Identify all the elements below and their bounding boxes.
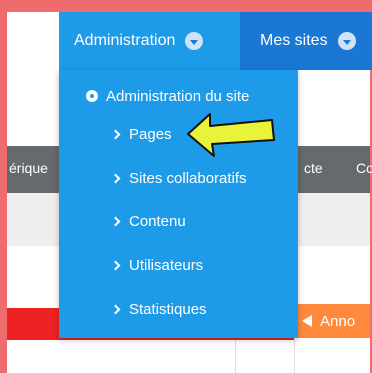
menu-item-content[interactable]: Contenu [110, 209, 186, 233]
menu-item-users[interactable]: Utilisateurs [110, 253, 204, 277]
announcement-tab[interactable]: Anno [292, 304, 370, 338]
dropdown-header-label: Administration du site [106, 87, 250, 105]
secondary-nav-item-left[interactable]: érique [9, 160, 48, 176]
announcement-tab-label: Anno [320, 312, 356, 330]
menu-item-pages[interactable]: Pages [110, 122, 172, 146]
menu-item-label: Pages [129, 125, 172, 143]
nav-administration[interactable]: Administration [59, 12, 240, 70]
pointer-arrow-icon [187, 113, 275, 157]
menu-item-label: Utilisateurs [129, 256, 204, 274]
chevron-right-icon [110, 216, 121, 226]
chevron-down-icon [337, 32, 356, 50]
bottom-area [7, 340, 370, 373]
menu-item-label: Statistiques [129, 300, 207, 318]
chevron-right-icon [110, 260, 121, 270]
dropdown-header[interactable]: Administration du site [86, 86, 249, 106]
chevron-right-icon [110, 304, 121, 314]
nav-my-sites-label: Mes sites [260, 32, 328, 49]
chevron-down-icon [185, 32, 204, 50]
panel-divider [235, 340, 295, 373]
nav-administration-label: Administration [74, 32, 176, 49]
secondary-nav-item-right[interactable]: Co [356, 160, 372, 176]
secondary-nav-item-mid[interactable]: cte [304, 160, 323, 176]
menu-item-label: Sites collaboratifs [129, 169, 247, 187]
megaphone-icon [302, 315, 312, 327]
chevron-right-icon [110, 129, 121, 139]
gear-icon [86, 90, 98, 102]
nav-my-sites[interactable]: Mes sites [246, 12, 356, 70]
menu-item-statistics[interactable]: Statistiques [110, 297, 207, 321]
menu-item-collaborative-sites[interactable]: Sites collaboratifs [110, 166, 247, 190]
chevron-right-icon [110, 173, 121, 183]
frame-left [0, 0, 7, 373]
frame-top [0, 0, 372, 12]
menu-item-label: Contenu [129, 212, 186, 230]
